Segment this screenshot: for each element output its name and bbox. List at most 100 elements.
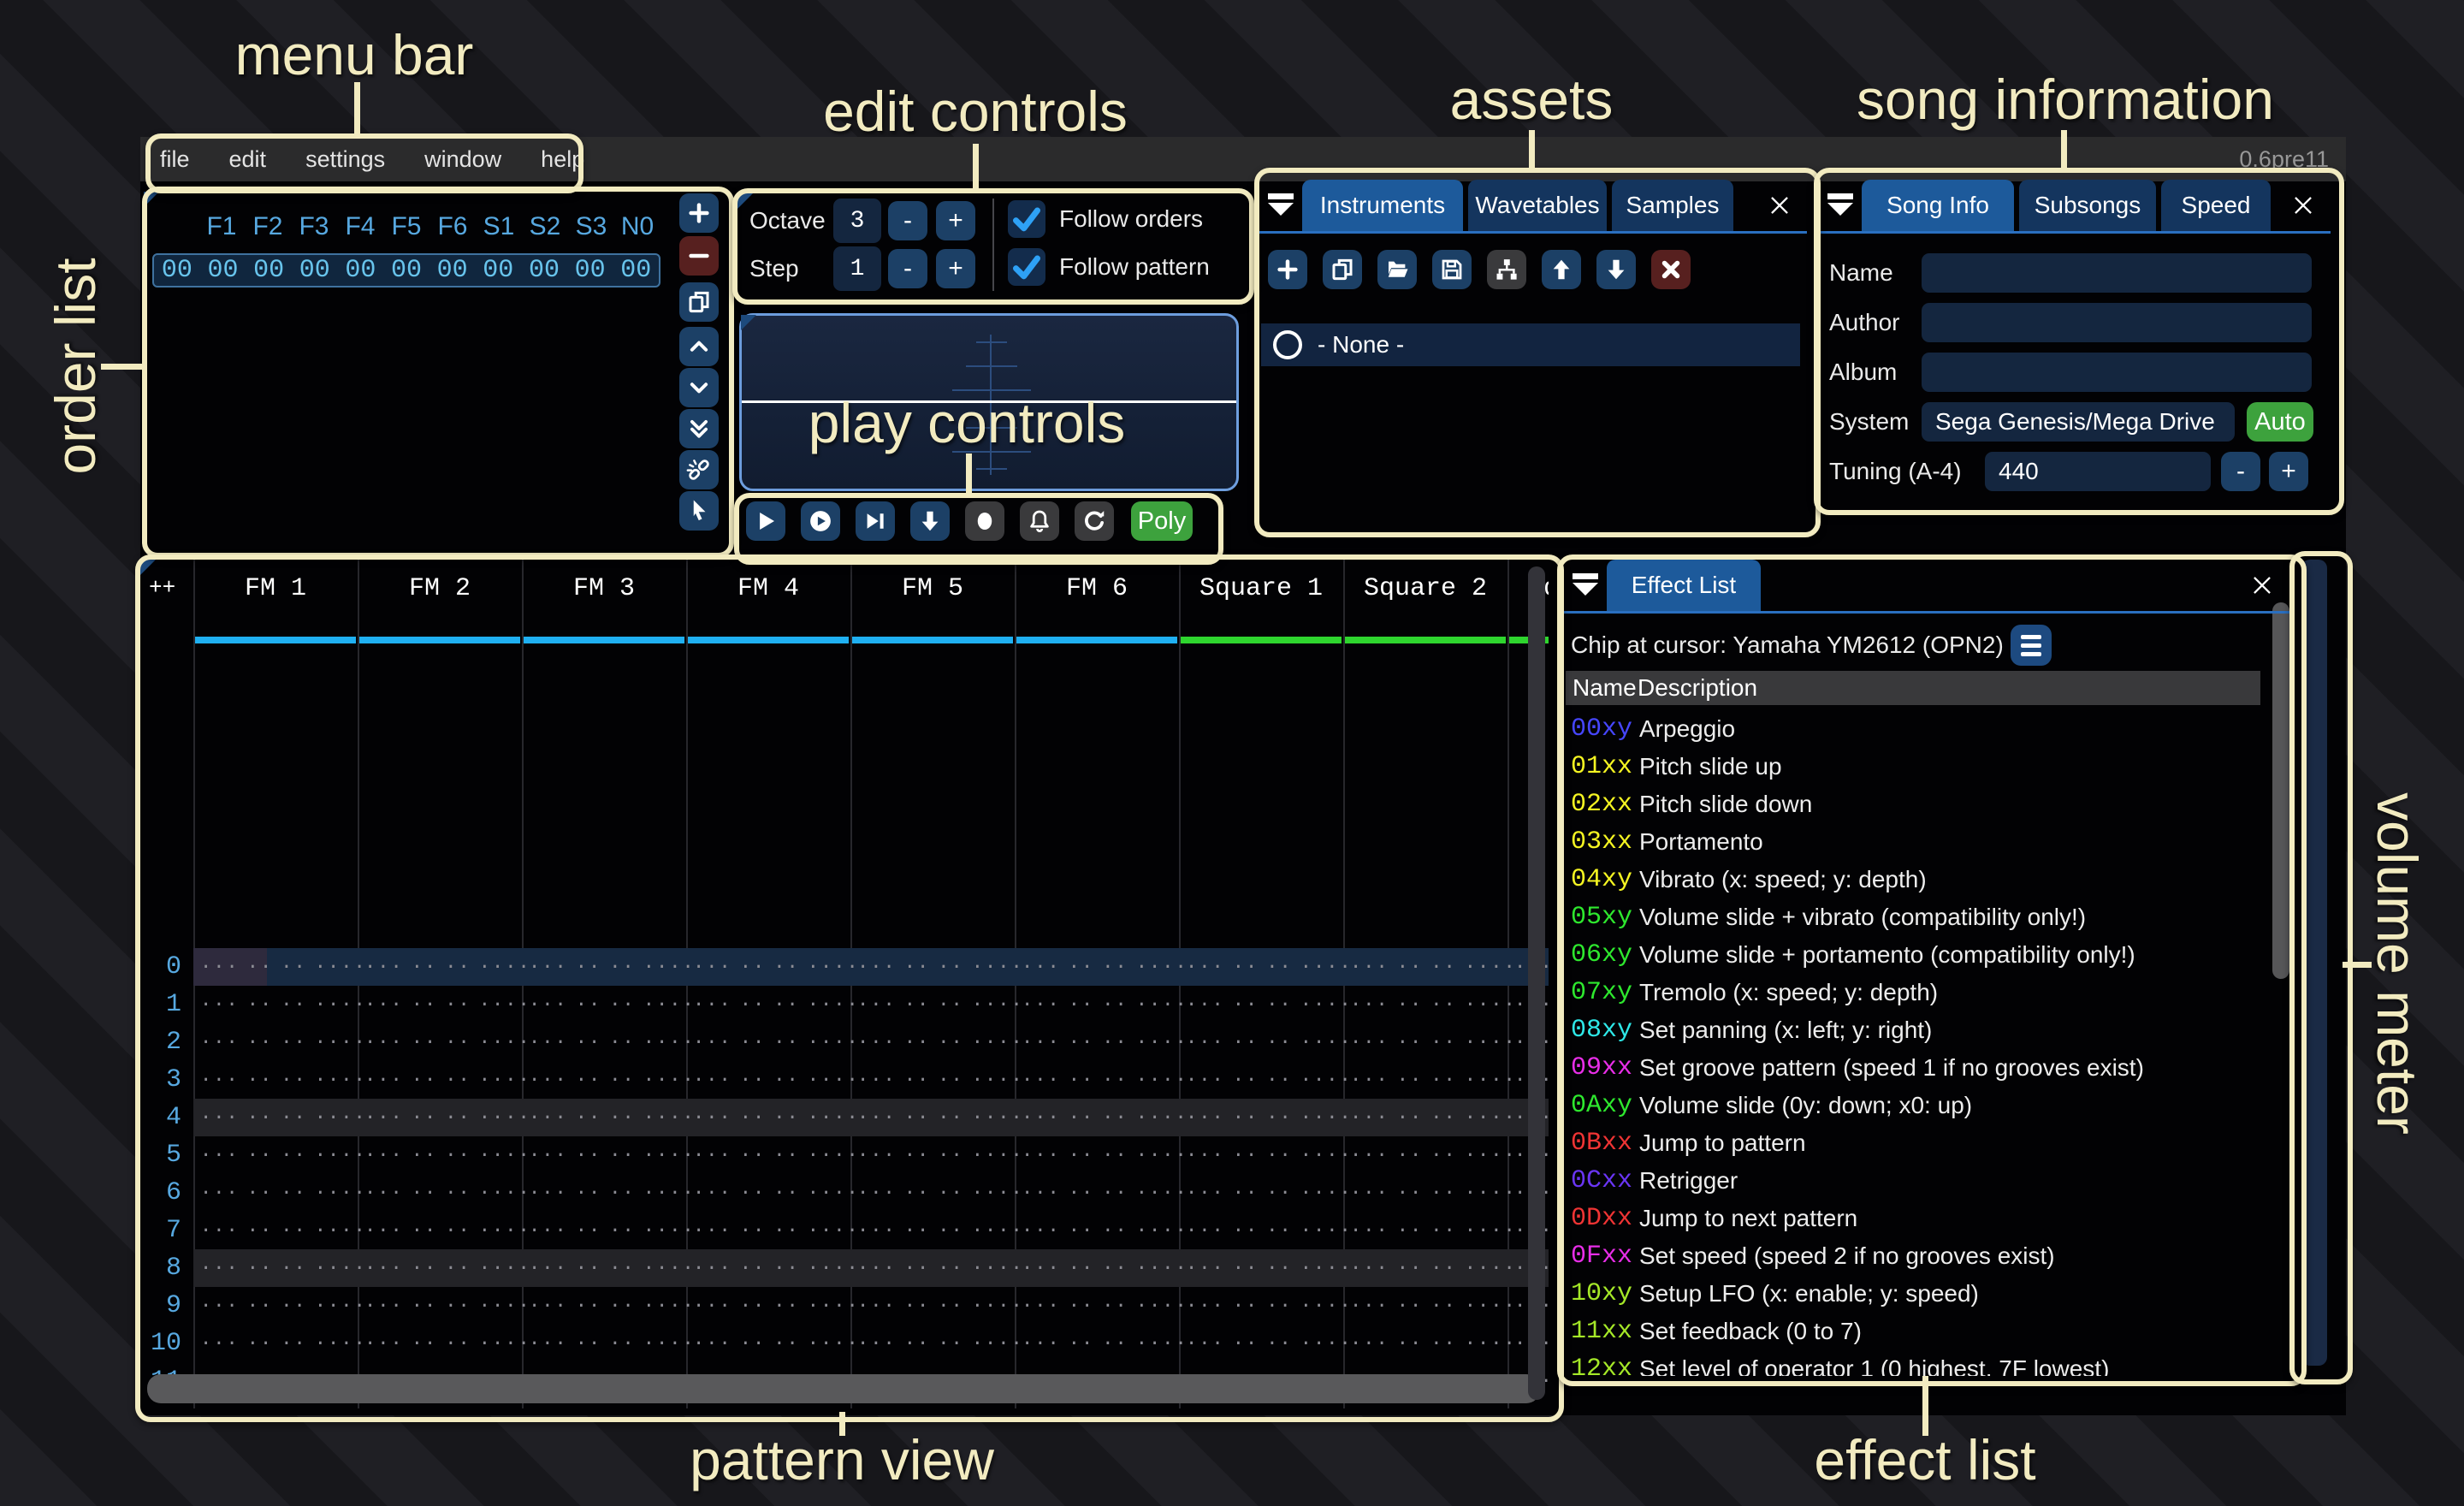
play-pattern-button[interactable] bbox=[801, 501, 840, 541]
collapse-panel-icon[interactable] bbox=[1268, 193, 1295, 216]
move-instrument-down-button[interactable] bbox=[1596, 250, 1636, 289]
pattern-cell[interactable]: ··········· bbox=[1179, 1099, 1343, 1136]
order-cell[interactable]: 00 bbox=[338, 256, 384, 285]
pattern-cell[interactable]: ··········· bbox=[358, 1023, 522, 1061]
tuning-minus-button[interactable]: - bbox=[2221, 452, 2260, 491]
tuning-field[interactable]: 440 bbox=[1985, 452, 2211, 491]
pattern-cell[interactable]: ··········· bbox=[1015, 1212, 1179, 1249]
order-cell[interactable]: 00 bbox=[292, 256, 338, 285]
pattern-cell[interactable]: ··········· bbox=[1179, 1023, 1343, 1061]
collapse-panel-icon[interactable] bbox=[1827, 193, 1855, 216]
order-cell[interactable]: 00 bbox=[567, 256, 613, 285]
order-cell[interactable]: 00 bbox=[383, 256, 429, 285]
pattern-cell[interactable]: ··········· bbox=[522, 1023, 686, 1061]
pattern-vertical-scrollbar[interactable] bbox=[1528, 566, 1545, 1400]
pattern-cell[interactable]: ··········· bbox=[1179, 1287, 1343, 1325]
tab-samples[interactable]: Samples bbox=[1612, 180, 1733, 231]
step-minus-button[interactable]: - bbox=[888, 249, 927, 288]
pattern-cell[interactable]: ··········· bbox=[1343, 986, 1507, 1023]
pattern-cell[interactable]: ··········· bbox=[1015, 986, 1179, 1023]
add-order-button[interactable] bbox=[679, 193, 719, 233]
name-field[interactable] bbox=[1922, 253, 2312, 293]
pattern-cell[interactable]: ··········· bbox=[522, 1212, 686, 1249]
channel-header-square-1[interactable]: Square 1 bbox=[1179, 572, 1343, 606]
metronome-button[interactable] bbox=[1020, 501, 1059, 541]
channel-header-fm-5[interactable]: FM 5 bbox=[850, 572, 1015, 606]
move-order-up-button[interactable] bbox=[679, 327, 719, 366]
toggle-folders-button[interactable] bbox=[1487, 250, 1526, 289]
pattern-cell[interactable]: ··········· bbox=[358, 1249, 522, 1287]
pattern-cell[interactable]: ··········· bbox=[686, 1212, 850, 1249]
pattern-cell[interactable]: ··········· bbox=[850, 1061, 1015, 1099]
pattern-cell[interactable]: ··········· bbox=[1015, 1325, 1179, 1362]
pattern-expand-corner[interactable]: ++ bbox=[149, 575, 175, 601]
pattern-cell[interactable]: ··········· bbox=[1179, 1325, 1343, 1362]
move-instrument-up-button[interactable] bbox=[1542, 250, 1581, 289]
remove-order-button[interactable] bbox=[679, 236, 719, 276]
tab-wavetables[interactable]: Wavetables bbox=[1468, 180, 1607, 231]
pattern-cell[interactable]: ··········· bbox=[686, 1174, 850, 1212]
pattern-cell[interactable]: ··········· bbox=[850, 1023, 1015, 1061]
order-cell[interactable]: 00 bbox=[246, 256, 292, 285]
menu-item-edit[interactable]: edit bbox=[210, 137, 287, 181]
repeat-pattern-button[interactable] bbox=[1075, 501, 1114, 541]
tab-subsongs[interactable]: Subsongs bbox=[2019, 180, 2156, 231]
tab-instruments[interactable]: Instruments bbox=[1302, 180, 1463, 231]
octave-value[interactable]: 3 bbox=[833, 199, 881, 243]
channel-header-square-2[interactable]: Square 2 bbox=[1343, 572, 1507, 606]
pattern-cell[interactable]: ··········· bbox=[522, 1325, 686, 1362]
play-from-cursor-button[interactable] bbox=[856, 501, 895, 541]
pattern-cell[interactable]: ··········· bbox=[1179, 1136, 1343, 1174]
pattern-cell[interactable]: ··········· bbox=[522, 986, 686, 1023]
pattern-cell[interactable]: ··········· bbox=[522, 1061, 686, 1099]
pattern-cell[interactable]: ··········· bbox=[686, 1099, 850, 1136]
order-cell[interactable]: 00 bbox=[521, 256, 567, 285]
hamburger-menu-button[interactable] bbox=[2011, 625, 2052, 666]
pattern-cell[interactable]: ··········· bbox=[686, 1023, 850, 1061]
pattern-cell[interactable]: ··········· bbox=[850, 948, 1015, 986]
pattern-cell[interactable]: ··········· bbox=[850, 1325, 1015, 1362]
pattern-cell[interactable]: ··········· bbox=[686, 948, 850, 986]
pattern-cell[interactable]: ··········· bbox=[1343, 1061, 1507, 1099]
pattern-cell[interactable]: ··········· bbox=[522, 1136, 686, 1174]
pattern-cell[interactable]: ··········· bbox=[850, 1099, 1015, 1136]
step-value[interactable]: 1 bbox=[833, 246, 881, 291]
tab-song-info[interactable]: Song Info bbox=[1862, 180, 2014, 231]
channel-header-fm-4[interactable]: FM 4 bbox=[686, 572, 850, 606]
pattern-cell[interactable]: ··········· bbox=[193, 948, 358, 986]
step-plus-button[interactable]: + bbox=[936, 249, 975, 288]
pattern-cell[interactable]: ··········· bbox=[850, 1249, 1015, 1287]
pattern-cell[interactable]: ··········· bbox=[193, 1061, 358, 1099]
tab-speed[interactable]: Speed bbox=[2161, 180, 2271, 231]
pattern-cell[interactable]: ··········· bbox=[358, 1325, 522, 1362]
pattern-cell[interactable]: ··········· bbox=[1179, 986, 1343, 1023]
pattern-cell[interactable]: ··········· bbox=[686, 1249, 850, 1287]
pattern-cell[interactable]: ··········· bbox=[850, 1212, 1015, 1249]
duplicate-instrument-button[interactable] bbox=[1323, 250, 1362, 289]
pattern-cell[interactable]: ··········· bbox=[358, 1099, 522, 1136]
duplicate-order-button[interactable] bbox=[679, 282, 719, 322]
pattern-cell[interactable]: ··········· bbox=[358, 1212, 522, 1249]
menu-item-help[interactable]: help bbox=[521, 137, 604, 181]
pattern-cell[interactable]: ··········· bbox=[850, 986, 1015, 1023]
save-instrument-button[interactable] bbox=[1432, 250, 1472, 289]
pattern-cell[interactable]: ··········· bbox=[1015, 948, 1179, 986]
pattern-cell[interactable]: ··········· bbox=[1343, 1212, 1507, 1249]
pattern-cell[interactable]: ··········· bbox=[1015, 1136, 1179, 1174]
pattern-cell[interactable]: ··········· bbox=[1343, 948, 1507, 986]
effect-list-scrollbar[interactable] bbox=[2272, 602, 2289, 979]
instrument-list-item[interactable]: - None - bbox=[1261, 323, 1800, 366]
auto-system-button[interactable]: Auto bbox=[2247, 402, 2313, 442]
pattern-cell[interactable]: ··········· bbox=[1343, 1249, 1507, 1287]
add-instrument-button[interactable] bbox=[1268, 250, 1307, 289]
pattern-cell[interactable]: ··········· bbox=[358, 1061, 522, 1099]
pattern-cell[interactable]: ··········· bbox=[1343, 1287, 1507, 1325]
tab-effect-list[interactable]: Effect List bbox=[1607, 560, 1761, 611]
pattern-cell[interactable]: ··········· bbox=[193, 1136, 358, 1174]
menu-item-file[interactable]: file bbox=[140, 137, 210, 181]
close-icon[interactable] bbox=[1764, 190, 1795, 221]
pattern-cell[interactable]: ··········· bbox=[522, 1249, 686, 1287]
open-instrument-button[interactable] bbox=[1377, 250, 1417, 289]
pattern-cell[interactable]: ··········· bbox=[1343, 1023, 1507, 1061]
delete-instrument-button[interactable] bbox=[1651, 250, 1691, 289]
